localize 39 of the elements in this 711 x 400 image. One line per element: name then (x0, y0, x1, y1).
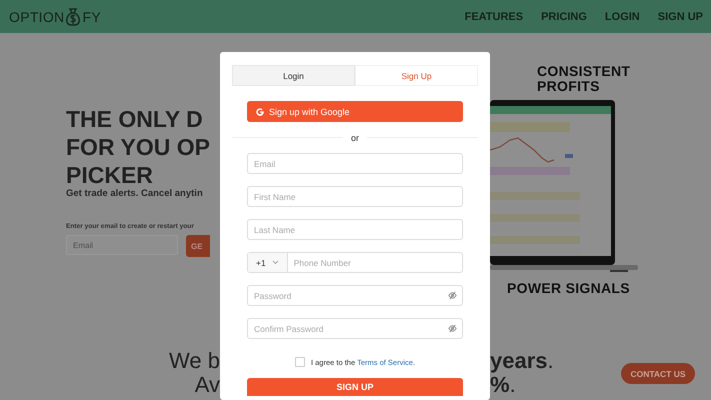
text-field[interactable]: Last Name (247, 219, 463, 240)
headline-text: THE ONLY D (66, 105, 204, 133)
nav-link[interactable]: LOGIN (604, 10, 640, 22)
text-field[interactable]: Email (247, 153, 463, 174)
tab[interactable]: Login (232, 65, 355, 86)
eye-slash-icon[interactable] (448, 291, 457, 300)
chevron-down-icon (272, 260, 279, 265)
country-code-select[interactable]: +1 (248, 253, 288, 272)
logo-text: FY (82, 8, 101, 24)
text-field[interactable]: First Name (247, 186, 463, 207)
money-bag-icon (65, 8, 82, 26)
phone-field[interactable]: +1 Phone Number (247, 252, 463, 273)
stat-text: %. (490, 372, 516, 397)
tab[interactable]: Sign Up (355, 65, 478, 86)
google-icon (256, 108, 264, 116)
google-signup-button[interactable]: Sign up with Google (247, 101, 463, 122)
email-field[interactable]: Email (66, 235, 178, 255)
stat-text: Av (194, 372, 220, 397)
phone-number-input[interactable]: Phone Number (288, 253, 462, 272)
logo-text: OPTION (9, 8, 64, 24)
checkbox[interactable] (294, 357, 305, 367)
eye-slash-icon[interactable] (448, 324, 457, 333)
headline-text: PICKER (66, 161, 154, 189)
password-field[interactable]: Confirm Password (247, 318, 463, 339)
contact-button[interactable]: CONTACT US (621, 363, 695, 384)
nav-link[interactable]: PRICING (541, 10, 587, 22)
password-input[interactable]: Confirm Password (248, 319, 448, 338)
headline-text: FOR YOU OP (66, 133, 211, 161)
stat-text: We b (169, 348, 220, 373)
password-field[interactable]: Password (247, 285, 463, 306)
nav-link[interactable]: SIGN UP (658, 10, 703, 22)
get-button[interactable]: GE (186, 235, 210, 257)
nav-link[interactable]: FEATURES (464, 10, 524, 22)
password-input[interactable]: Password (248, 286, 448, 305)
subtitle-text: Get trade alerts. Cancel anytin (66, 188, 204, 199)
promo-title: CONSISTENT PROFITS (537, 64, 632, 94)
promo-title: POWER SIGNALS (507, 280, 631, 296)
stat-text: years. (490, 348, 554, 373)
signup-button[interactable]: SIGN UP (247, 378, 463, 396)
